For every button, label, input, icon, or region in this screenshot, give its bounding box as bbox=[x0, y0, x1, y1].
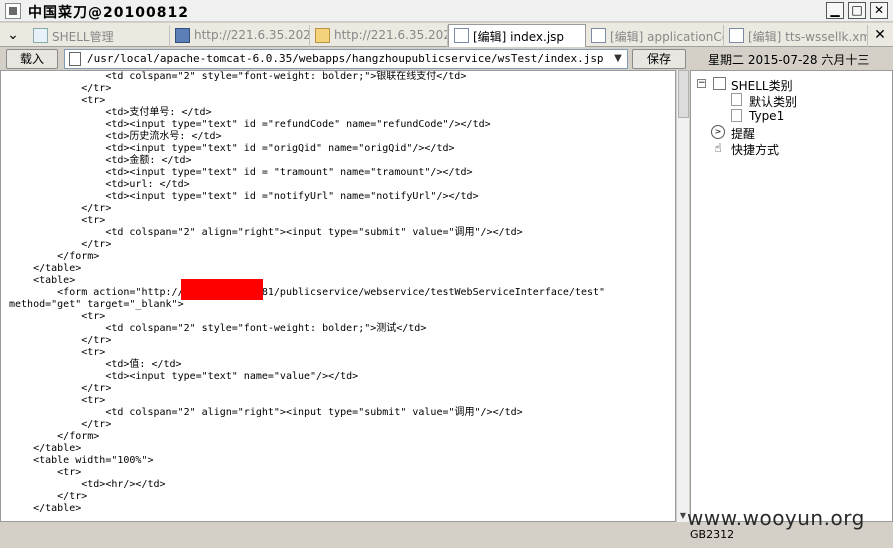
doc-icon bbox=[591, 28, 606, 43]
doc-icon bbox=[729, 28, 744, 43]
tab-label: [编辑] applicationCo... bbox=[610, 30, 723, 44]
code-line: </table> bbox=[9, 263, 82, 274]
tree-label: 快捷方式 bbox=[731, 143, 780, 157]
editor-scrollbar[interactable]: ▼ bbox=[676, 70, 689, 522]
code-line: <td><input type="text" id ="origQid" nam… bbox=[9, 143, 455, 154]
tab-shell-manager[interactable]: SHELL管理 bbox=[28, 25, 170, 47]
code-line: method="get" target="_blank"> bbox=[9, 299, 184, 310]
save-button[interactable]: 保存 bbox=[632, 49, 686, 69]
window-title: 中国菜刀@20100812 bbox=[28, 5, 189, 21]
tab-label: [编辑] index.jsp bbox=[473, 30, 565, 44]
file-path-text: /usr/local/apache-tomcat-6.0.35/webapps/… bbox=[87, 52, 604, 65]
app-icon bbox=[5, 3, 21, 19]
tab-label: [编辑] tts-wssellk.xml bbox=[748, 30, 868, 44]
page-icon bbox=[731, 109, 742, 122]
code-line: <td colspan="2" align="right"><input typ… bbox=[9, 407, 523, 418]
code-line: <td colspan="2" style="font-weight: bold… bbox=[9, 71, 467, 82]
encoding-label: GB2312 bbox=[690, 528, 735, 541]
title-bar: 中国菜刀@20100812 ▁ □ ✕ bbox=[0, 0, 893, 22]
code-line: <td>金额: </td> bbox=[9, 155, 192, 166]
file-path-input[interactable]: /usr/local/apache-tomcat-6.0.35/webapps/… bbox=[64, 49, 628, 69]
code-line: <form action="http:// :81/publicservice/… bbox=[9, 287, 606, 298]
scrollbar-thumb[interactable] bbox=[678, 70, 689, 118]
code-line: </table> bbox=[9, 503, 82, 514]
collapse-icon[interactable]: − bbox=[697, 79, 706, 88]
minimize-button[interactable]: ▁ bbox=[826, 2, 844, 19]
code-line: <tr> bbox=[9, 347, 106, 358]
code-line: </tr> bbox=[9, 491, 88, 502]
maximize-button[interactable]: □ bbox=[848, 2, 866, 19]
code-line: <table width="100%"> bbox=[9, 455, 154, 466]
code-line: <tr> bbox=[9, 311, 106, 322]
redaction-box bbox=[181, 279, 263, 300]
code-line: <table> bbox=[9, 275, 76, 286]
code-line: </tr> bbox=[9, 239, 112, 250]
hand-icon: ☝ bbox=[714, 141, 722, 155]
code-line: </table> bbox=[9, 443, 82, 454]
code-line: </tr> bbox=[9, 419, 112, 430]
tab-edit-tts-xml[interactable]: [编辑] tts-wssellk.xml bbox=[724, 25, 868, 47]
tree-label: Type1 bbox=[749, 109, 785, 123]
watermark: www.wooyun.org bbox=[687, 506, 865, 530]
code-line: </tr> bbox=[9, 203, 112, 214]
code-line: <tr> bbox=[9, 95, 106, 106]
web-icon bbox=[175, 28, 190, 43]
tab-label: http://221.6.35.202:... bbox=[334, 28, 447, 42]
close-window-button[interactable]: ✕ bbox=[870, 2, 888, 19]
file-icon bbox=[69, 52, 81, 66]
code-line: <td colspan="2" align="right"><input typ… bbox=[9, 227, 523, 238]
tab-bar: ⌄ SHELL管理 http://221.6.35.202:... http:/… bbox=[0, 23, 893, 47]
dropdown-arrow-icon[interactable]: ▼ bbox=[610, 51, 626, 67]
status-bar: www.wooyun.org GB2312 bbox=[0, 506, 893, 548]
toolbar: 载入 /usr/local/apache-tomcat-6.0.35/webap… bbox=[0, 48, 893, 70]
tree-label: 默认类别 bbox=[749, 95, 798, 109]
category-icon bbox=[713, 77, 726, 90]
load-button[interactable]: 载入 bbox=[6, 49, 58, 69]
tree-label: 提醒 bbox=[731, 127, 756, 141]
code-line: <td>值: </td> bbox=[9, 359, 182, 370]
doc-icon bbox=[454, 28, 469, 43]
clock-icon: > bbox=[711, 125, 725, 139]
code-line: <tr> bbox=[9, 215, 106, 226]
code-line: <td><input type="text" id ="notifyUrl" n… bbox=[9, 191, 479, 202]
tab-website-1[interactable]: http://221.6.35.202:... bbox=[170, 25, 310, 47]
tab-edit-application[interactable]: [编辑] applicationCo... bbox=[586, 25, 724, 47]
tab-edit-index-jsp[interactable]: [编辑] index.jsp bbox=[448, 24, 586, 47]
code-line: <td>url: </td> bbox=[9, 179, 190, 190]
code-line: </form> bbox=[9, 251, 100, 262]
page-icon bbox=[731, 93, 742, 106]
code-line: <td colspan="2" style="font-weight: bold… bbox=[9, 323, 427, 334]
code-line: </tr> bbox=[9, 83, 112, 94]
code-line: <tr> bbox=[9, 467, 82, 478]
tab-label: SHELL管理 bbox=[52, 30, 114, 44]
close-tab-icon[interactable]: ✕ bbox=[872, 27, 888, 43]
tab-website-2[interactable]: http://221.6.35.202:... bbox=[310, 25, 448, 47]
category-tree: − SHELL类别 默认类别 Type1 > 提醒 ☝ 快捷方式 bbox=[690, 70, 893, 522]
code-editor[interactable]: <td colspan="2" style="font-weight: bold… bbox=[0, 70, 676, 522]
tree-label: SHELL类别 bbox=[731, 79, 793, 93]
code-text: <td colspan="2" style="font-weight: bold… bbox=[1, 71, 675, 515]
code-line: <td>历史流水号: </td> bbox=[9, 131, 222, 142]
date-display: 星期二 2015-07-28 六月十三 bbox=[708, 53, 870, 67]
folder-icon bbox=[315, 28, 330, 43]
code-line: </tr> bbox=[9, 335, 112, 346]
tab-label: http://221.6.35.202:... bbox=[194, 28, 309, 42]
code-line: </form> bbox=[9, 431, 100, 442]
code-line: </tr> bbox=[9, 383, 112, 394]
chevron-down-icon[interactable]: ⌄ bbox=[4, 26, 22, 44]
code-line: <td><input type="text" name="value"/></t… bbox=[9, 371, 359, 382]
code-line: <td><input type="text" id = "tramount" n… bbox=[9, 167, 473, 178]
code-line: <td><input type="text" id ="refundCode" … bbox=[9, 119, 491, 130]
code-line: <tr> bbox=[9, 395, 106, 406]
shell-icon bbox=[33, 28, 48, 43]
code-line: <td>支付单号: </td> bbox=[9, 107, 212, 118]
code-line: <td><hr/></td> bbox=[9, 479, 166, 490]
